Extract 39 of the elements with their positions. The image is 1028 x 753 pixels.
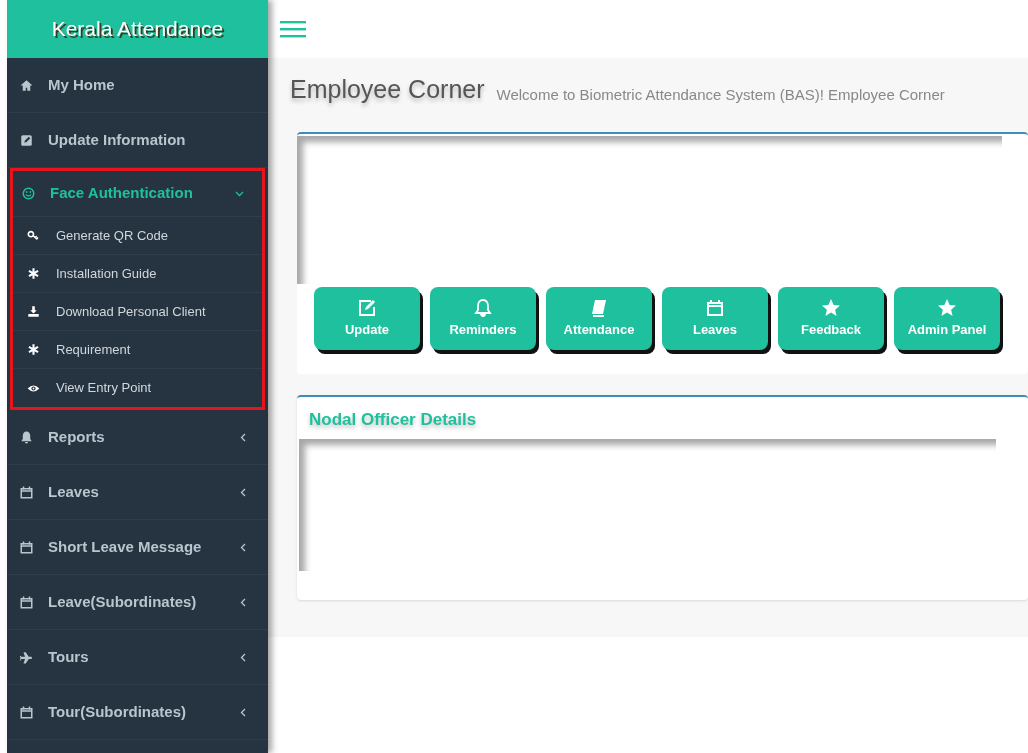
page-title: Employee Corner	[290, 77, 485, 102]
edit-icon	[19, 132, 34, 148]
brand-title: Kerala Attendance	[51, 16, 224, 43]
sidebar-item[interactable]: Tours	[7, 630, 268, 685]
chevron-down-icon	[235, 190, 244, 197]
chevron-left-icon	[240, 542, 246, 552]
sidebar-item[interactable]: Tour(Subordinates)	[7, 685, 268, 740]
book-icon	[589, 297, 609, 318]
submenu-item[interactable]: Generate QR Code	[13, 217, 262, 255]
submenu-item[interactable]: Requirement	[13, 331, 262, 369]
menu-icon[interactable]	[280, 20, 306, 38]
plane-icon	[19, 649, 34, 665]
star-icon	[821, 297, 841, 318]
smiley-icon	[21, 186, 36, 201]
edit-icon	[357, 297, 377, 318]
chevron-left-icon	[240, 432, 246, 442]
calendar-icon	[19, 484, 34, 500]
chevron-left-icon	[240, 707, 246, 717]
bell-icon	[19, 429, 34, 445]
chevron-left-icon	[240, 487, 246, 497]
asterisk-icon	[27, 343, 40, 356]
home-icon	[19, 77, 34, 93]
calendar-icon	[705, 297, 725, 318]
chevron-left-icon	[240, 597, 246, 607]
calendar-icon	[19, 594, 34, 610]
star-icon	[937, 297, 957, 318]
calendar-icon	[19, 704, 34, 720]
submenu-item[interactable]: Installation Guide	[13, 255, 262, 293]
page-subtitle: Welcome to Biometric Attendance System (BAS)! Employee Corner	[496, 87, 945, 102]
card-title: Nodal Officer Details	[309, 409, 477, 431]
calendar-icon	[19, 539, 34, 555]
submenu-item[interactable]: Download Personal Client	[13, 293, 262, 331]
submenu-item[interactable]: View Entry Point	[13, 369, 262, 407]
bell-icon	[473, 297, 493, 318]
key-icon	[27, 229, 40, 242]
download-icon	[27, 305, 40, 318]
sidebar-item[interactable]: Face Authentication	[13, 171, 262, 217]
asterisk-icon	[27, 267, 40, 280]
chevron-left-icon	[240, 652, 246, 662]
